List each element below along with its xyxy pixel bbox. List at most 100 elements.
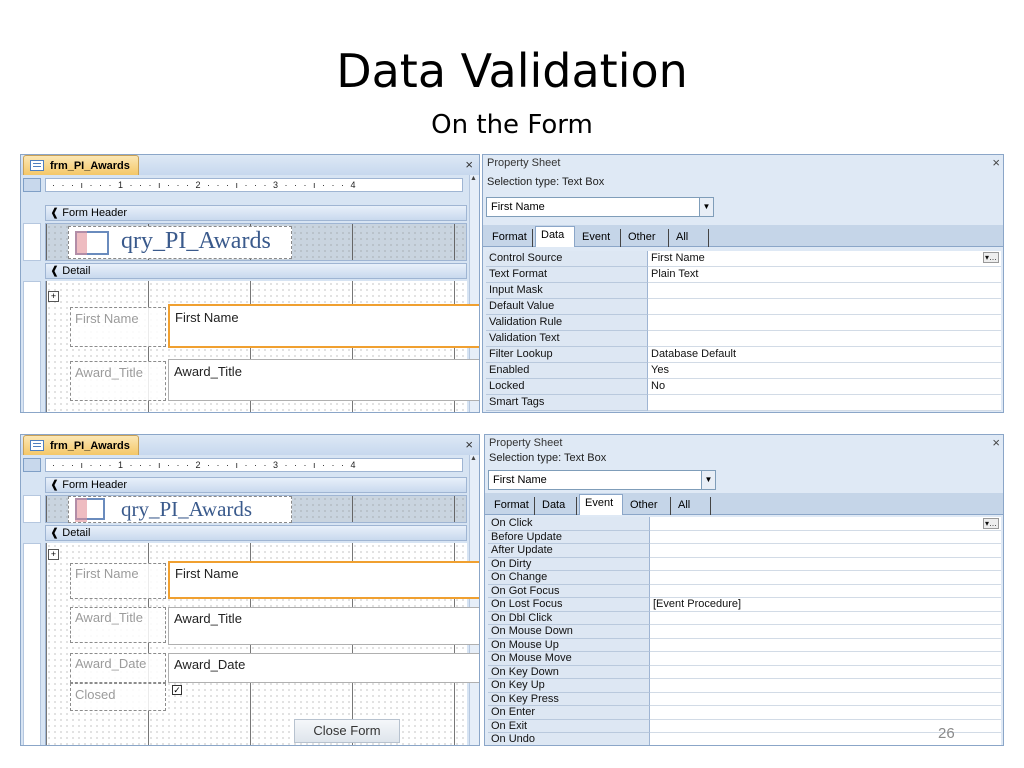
tab-data[interactable]: Data [537,497,577,515]
property-row[interactable]: On Mouse Up [488,638,1001,652]
tab-format[interactable]: Format [487,229,533,247]
form-header-bar[interactable]: ❰ Form Header [45,205,467,221]
property-value[interactable] [650,557,1001,571]
award-date-label[interactable]: Award_Date [70,653,166,683]
property-row[interactable]: On Mouse Move [488,652,1001,666]
property-row[interactable]: On Dirty [488,557,1001,571]
tab-other[interactable]: Other [625,497,671,515]
property-value[interactable] [650,571,1001,585]
property-value[interactable] [650,544,1001,558]
property-row[interactable]: On Key Press [488,692,1001,706]
header-title-control[interactable]: qry_PI_Awards [68,496,292,523]
award-title-textbox[interactable]: Award_Title [168,359,479,401]
property-row[interactable]: On Mouse Down [488,625,1001,639]
close-icon[interactable]: × [992,435,1000,450]
tab-all[interactable]: All [671,229,709,247]
detail-bar[interactable]: ❰ Detail [45,263,467,279]
property-row[interactable]: On Dbl Click [488,611,1001,625]
property-value[interactable] [648,315,1001,331]
award-title-label[interactable]: Award_Title [70,607,166,643]
chevron-down-icon[interactable]: ▼ [699,198,713,216]
property-row[interactable]: Before Update [488,530,1001,544]
property-row[interactable]: Enabled Yes [486,363,1001,379]
object-selector-combo[interactable]: First Name ▼ [486,197,714,217]
form-selector-box[interactable] [23,458,41,472]
object-selector-combo[interactable]: First Name ▼ [488,470,716,490]
tab-data[interactable]: Data [535,226,575,247]
property-value[interactable]: Plain Text [648,267,1001,283]
tab-event[interactable]: Event [579,494,623,515]
builder-dropdown-icon[interactable]: ▾… [982,518,999,529]
tab-other[interactable]: Other [623,229,669,247]
property-row[interactable]: After Update [488,544,1001,558]
header-title-control[interactable]: qry_PI_Awards [68,226,292,259]
property-row[interactable]: Control Source First Name ▾… [486,251,1001,267]
property-value[interactable] [648,283,1001,299]
property-value[interactable] [650,638,1001,652]
layout-move-handle-icon[interactable]: + [48,549,59,560]
property-row[interactable]: On Lost Focus [Event Procedure] [488,598,1001,612]
tab-frm-pi-awards[interactable]: frm_PI_Awards [23,155,139,175]
property-name: Filter Lookup [486,347,648,363]
chevron-down-icon[interactable]: ▼ [701,471,715,489]
property-value[interactable] [650,584,1001,598]
property-row[interactable]: On Got Focus [488,584,1001,598]
property-value[interactable]: No [648,379,1001,395]
property-row[interactable]: Filter Lookup Database Default [486,347,1001,363]
property-row[interactable]: On Key Up [488,679,1001,693]
first-name-textbox[interactable]: First Name [168,561,479,599]
tab-format[interactable]: Format [489,497,535,515]
first-name-label[interactable]: First Name [70,307,166,347]
property-row[interactable]: On Enter [488,706,1001,720]
property-value[interactable]: [Event Procedure] [650,598,1001,612]
form-selector-box[interactable] [23,178,41,192]
award-title-textbox[interactable]: Award_Title [168,607,479,645]
property-value[interactable] [650,679,1001,693]
property-row[interactable]: Text Format Plain Text [486,267,1001,283]
property-value[interactable] [650,665,1001,679]
form-header-bar[interactable]: ❰ Form Header [45,477,467,493]
property-row[interactable]: On Click ▾… [488,517,1001,531]
tab-all[interactable]: All [673,497,711,515]
property-row[interactable]: On Undo [488,733,1001,745]
property-name: On Click [488,517,650,531]
property-value[interactable]: ▾… [650,517,1001,531]
property-row[interactable]: Default Value [486,299,1001,315]
property-value[interactable] [650,706,1001,720]
vertical-scrollbar[interactable] [469,455,479,745]
property-value[interactable]: Yes [648,363,1001,379]
property-value[interactable]: Database Default [648,347,1001,363]
property-row[interactable]: On Key Down [488,665,1001,679]
detail-bar[interactable]: ❰ Detail [45,525,467,541]
first-name-label[interactable]: First Name [70,563,166,599]
tab-frm-pi-awards[interactable]: frm_PI_Awards [23,435,139,455]
closed-checkbox[interactable]: ✓ [172,685,182,695]
property-value[interactable]: First Name ▾… [648,251,1001,267]
property-row[interactable]: On Change [488,571,1001,585]
property-row[interactable]: Validation Rule [486,315,1001,331]
award-date-textbox[interactable]: Award_Date [168,653,479,683]
award-title-label[interactable]: Award_Title [70,361,166,401]
property-row[interactable]: Smart Tags [486,395,1001,411]
property-value[interactable] [648,395,1001,411]
close-icon[interactable]: × [465,157,473,172]
closed-label[interactable]: Closed [70,683,166,711]
property-value[interactable] [650,652,1001,666]
property-row[interactable]: Locked No [486,379,1001,395]
tab-event[interactable]: Event [577,229,621,247]
layout-move-handle-icon[interactable]: + [48,291,59,302]
builder-dropdown-icon[interactable]: ▾… [982,252,999,263]
close-icon[interactable]: × [992,155,1000,170]
property-value[interactable] [650,611,1001,625]
property-row[interactable]: Validation Text [486,331,1001,347]
property-row[interactable]: Input Mask [486,283,1001,299]
property-value[interactable] [650,530,1001,544]
close-icon[interactable]: × [465,437,473,452]
first-name-textbox[interactable]: First Name [168,304,479,348]
property-value[interactable] [648,299,1001,315]
close-form-button[interactable]: Close Form [294,719,400,743]
property-value[interactable] [648,331,1001,347]
property-value[interactable] [650,692,1001,706]
property-value[interactable] [650,625,1001,639]
property-row[interactable]: On Exit [488,719,1001,733]
